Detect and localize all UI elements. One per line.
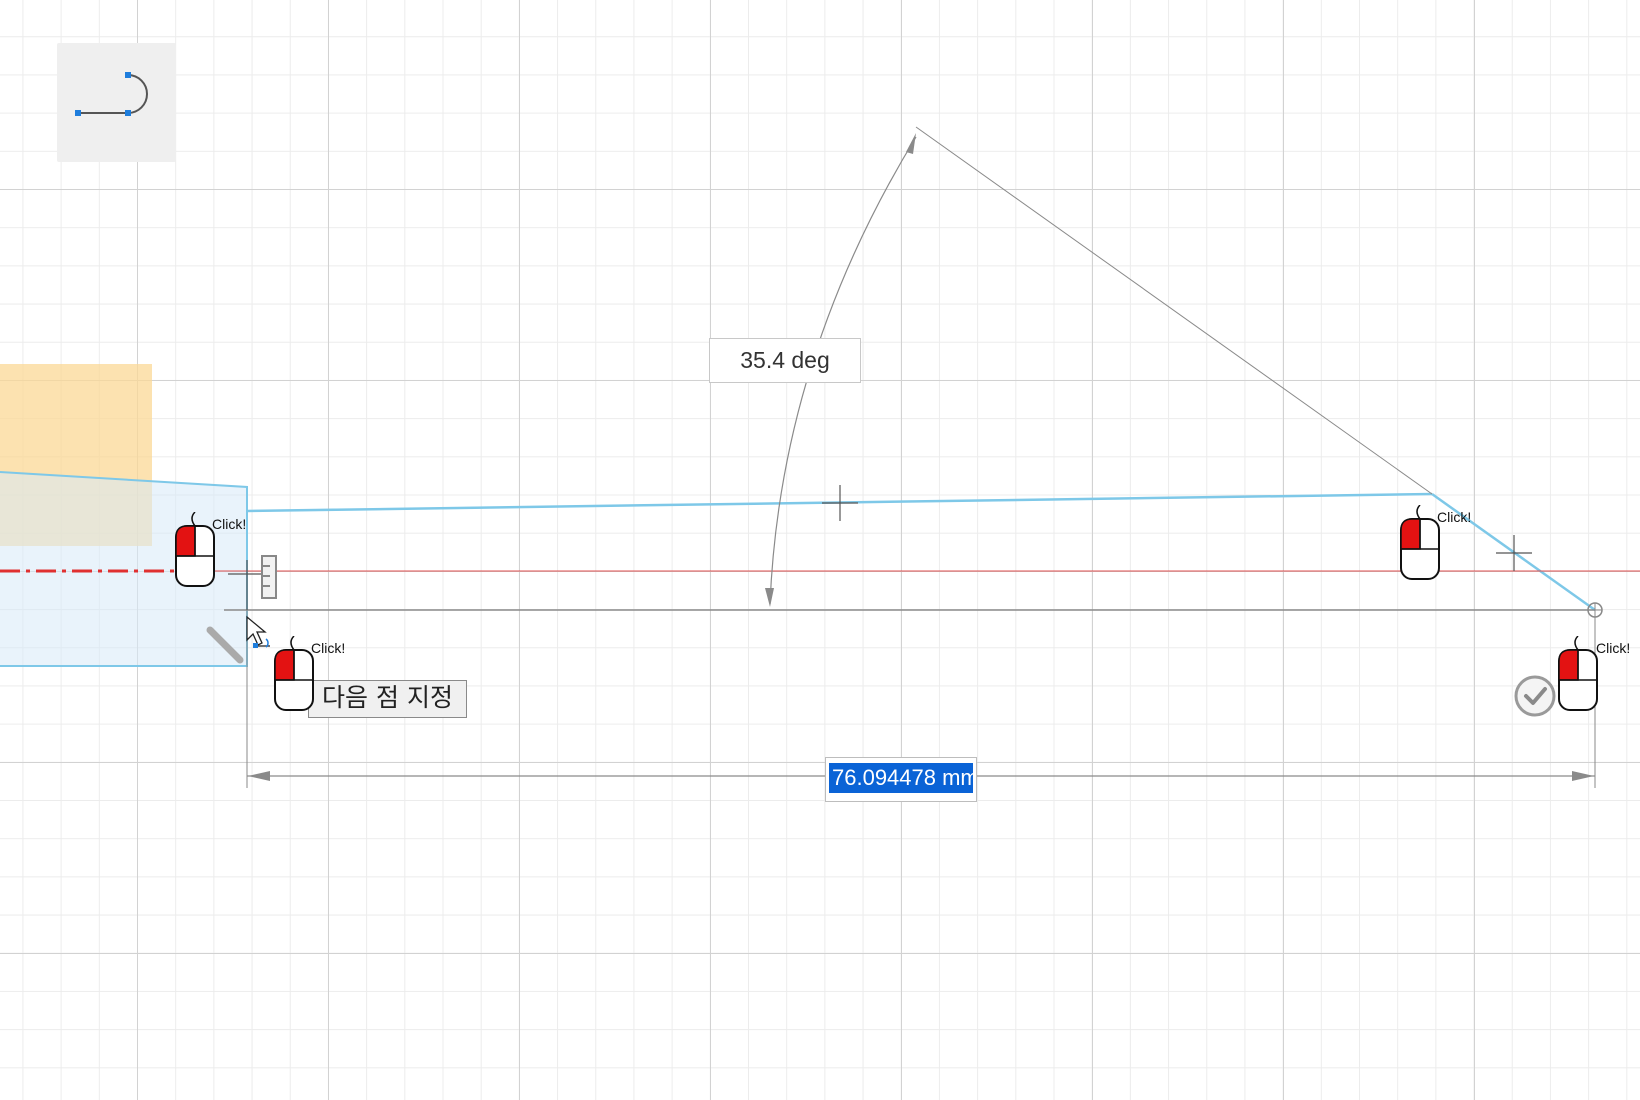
- ruler-constraint-icon: [261, 555, 277, 599]
- checkmark-circle-icon[interactable]: [1512, 673, 1558, 719]
- mouse-click-badge: Click!: [1556, 636, 1640, 726]
- angle-dimension-label[interactable]: 35.4 deg: [709, 338, 861, 383]
- arrow-cursor-icon: [246, 615, 270, 648]
- angle-arrow-top: [906, 133, 916, 154]
- crosshair-marker: [1496, 535, 1532, 571]
- length-arrow-right: [1572, 771, 1594, 781]
- angle-extension-line: [915, 126, 1433, 495]
- click-label: Click!: [212, 516, 247, 532]
- click-label: Click!: [311, 640, 346, 656]
- mouse-click-badge: Click!: [272, 636, 362, 726]
- click-label: Click!: [1596, 640, 1631, 656]
- mouse-click-badge: Click!: [173, 512, 263, 602]
- click-label: Click!: [1437, 509, 1472, 525]
- crosshair-marker: [822, 485, 858, 521]
- mouse-click-badge: Click!: [1398, 505, 1488, 595]
- length-dimension-value[interactable]: 76.094478 mm: [829, 763, 973, 793]
- length-arrow-left: [248, 771, 270, 781]
- angle-arrow-bottom: [765, 588, 774, 607]
- length-dimension-input[interactable]: 76.094478 mm: [825, 757, 977, 802]
